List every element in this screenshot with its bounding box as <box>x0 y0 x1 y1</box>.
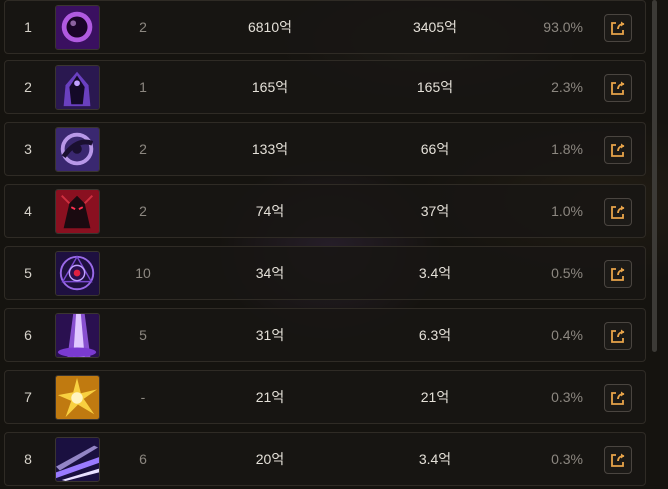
share-icon <box>611 391 625 405</box>
skill-level: - <box>140 389 146 405</box>
share-icon <box>611 81 625 95</box>
share-button[interactable] <box>604 446 632 474</box>
golden-burst-skill-icon <box>55 375 100 420</box>
damage-per-hit: 66억 <box>420 141 450 157</box>
share-button[interactable] <box>604 384 632 412</box>
skill-level: 6 <box>139 451 147 467</box>
rank-number: 8 <box>24 451 32 467</box>
skill-level: 2 <box>139 141 147 157</box>
share-icon <box>611 453 625 467</box>
damage-per-hit: 6.3억 <box>418 327 452 343</box>
rank-number: 6 <box>24 327 32 343</box>
share-button[interactable] <box>604 198 632 226</box>
rank-number: 1 <box>24 19 32 35</box>
damage-per-hit: 3.4억 <box>418 265 452 281</box>
damage-share-percent: 0.3% <box>551 389 583 405</box>
share-icon <box>611 329 625 343</box>
share-icon <box>611 267 625 281</box>
table-row: 7 - 21억 21억 0.3% <box>4 370 646 424</box>
rank-number: 5 <box>24 265 32 281</box>
damage-per-hit: 21억 <box>420 389 450 405</box>
hooded-figure-skill-icon <box>55 65 100 110</box>
share-icon <box>611 143 625 157</box>
rank-number: 3 <box>24 141 32 157</box>
share-button[interactable] <box>604 260 632 288</box>
share-button[interactable] <box>604 74 632 102</box>
table-row: 6 5 31억 6.3억 0.4% <box>4 308 646 362</box>
total-damage: 21억 <box>255 389 285 405</box>
skill-level: 5 <box>139 327 147 343</box>
total-damage: 6810억 <box>247 19 293 35</box>
damage-share-percent: 2.3% <box>551 79 583 95</box>
damage-share-percent: 0.5% <box>551 265 583 281</box>
skill-level: 2 <box>139 19 147 35</box>
dark-swirl-skill-icon <box>55 127 100 172</box>
damage-share-percent: 0.4% <box>551 327 583 343</box>
total-damage: 31억 <box>255 327 285 343</box>
share-button[interactable] <box>604 136 632 164</box>
table-row: 2 1 165억 165억 2.3% <box>4 60 646 114</box>
damage-per-hit: 165억 <box>416 79 454 95</box>
skill-level: 1 <box>139 79 147 95</box>
table-row: 4 2 74억 37억 1.0% <box>4 184 646 238</box>
rank-number: 2 <box>24 79 32 95</box>
share-button[interactable] <box>604 322 632 350</box>
damage-share-percent: 1.0% <box>551 203 583 219</box>
total-damage: 165억 <box>251 79 289 95</box>
table-row: 3 2 133억 66억 1.8% <box>4 122 646 176</box>
damage-per-hit: 3.4억 <box>418 451 452 467</box>
damage-share-percent: 93.0% <box>543 19 583 35</box>
rank-number: 7 <box>24 389 32 405</box>
sigil-eye-skill-icon <box>55 251 100 296</box>
damage-share-percent: 0.3% <box>551 451 583 467</box>
share-button[interactable] <box>604 14 632 42</box>
damage-per-hit: 37억 <box>420 203 450 219</box>
skill-level: 2 <box>139 203 147 219</box>
damage-share-percent: 1.8% <box>551 141 583 157</box>
violet-slash-skill-icon <box>55 437 100 482</box>
share-icon <box>611 205 625 219</box>
scrollbar[interactable] <box>652 0 657 352</box>
share-icon <box>611 21 625 35</box>
purple-pillar-skill-icon <box>55 313 100 358</box>
demon-knight-skill-icon <box>55 189 100 234</box>
rank-number: 4 <box>24 203 32 219</box>
skill-level: 10 <box>135 265 151 281</box>
total-damage: 20억 <box>255 451 285 467</box>
table-row: 1 2 6810억 3405억 93.0% <box>4 0 646 54</box>
total-damage: 74억 <box>255 203 285 219</box>
total-damage: 133억 <box>251 141 289 157</box>
dark-orb-skill-icon <box>55 5 100 50</box>
table-row: 5 10 34억 3.4억 0.5% <box>4 246 646 300</box>
damage-per-hit: 3405억 <box>412 19 458 35</box>
table-row: 8 6 20억 3.4억 0.3% <box>4 432 646 486</box>
total-damage: 34억 <box>255 265 285 281</box>
